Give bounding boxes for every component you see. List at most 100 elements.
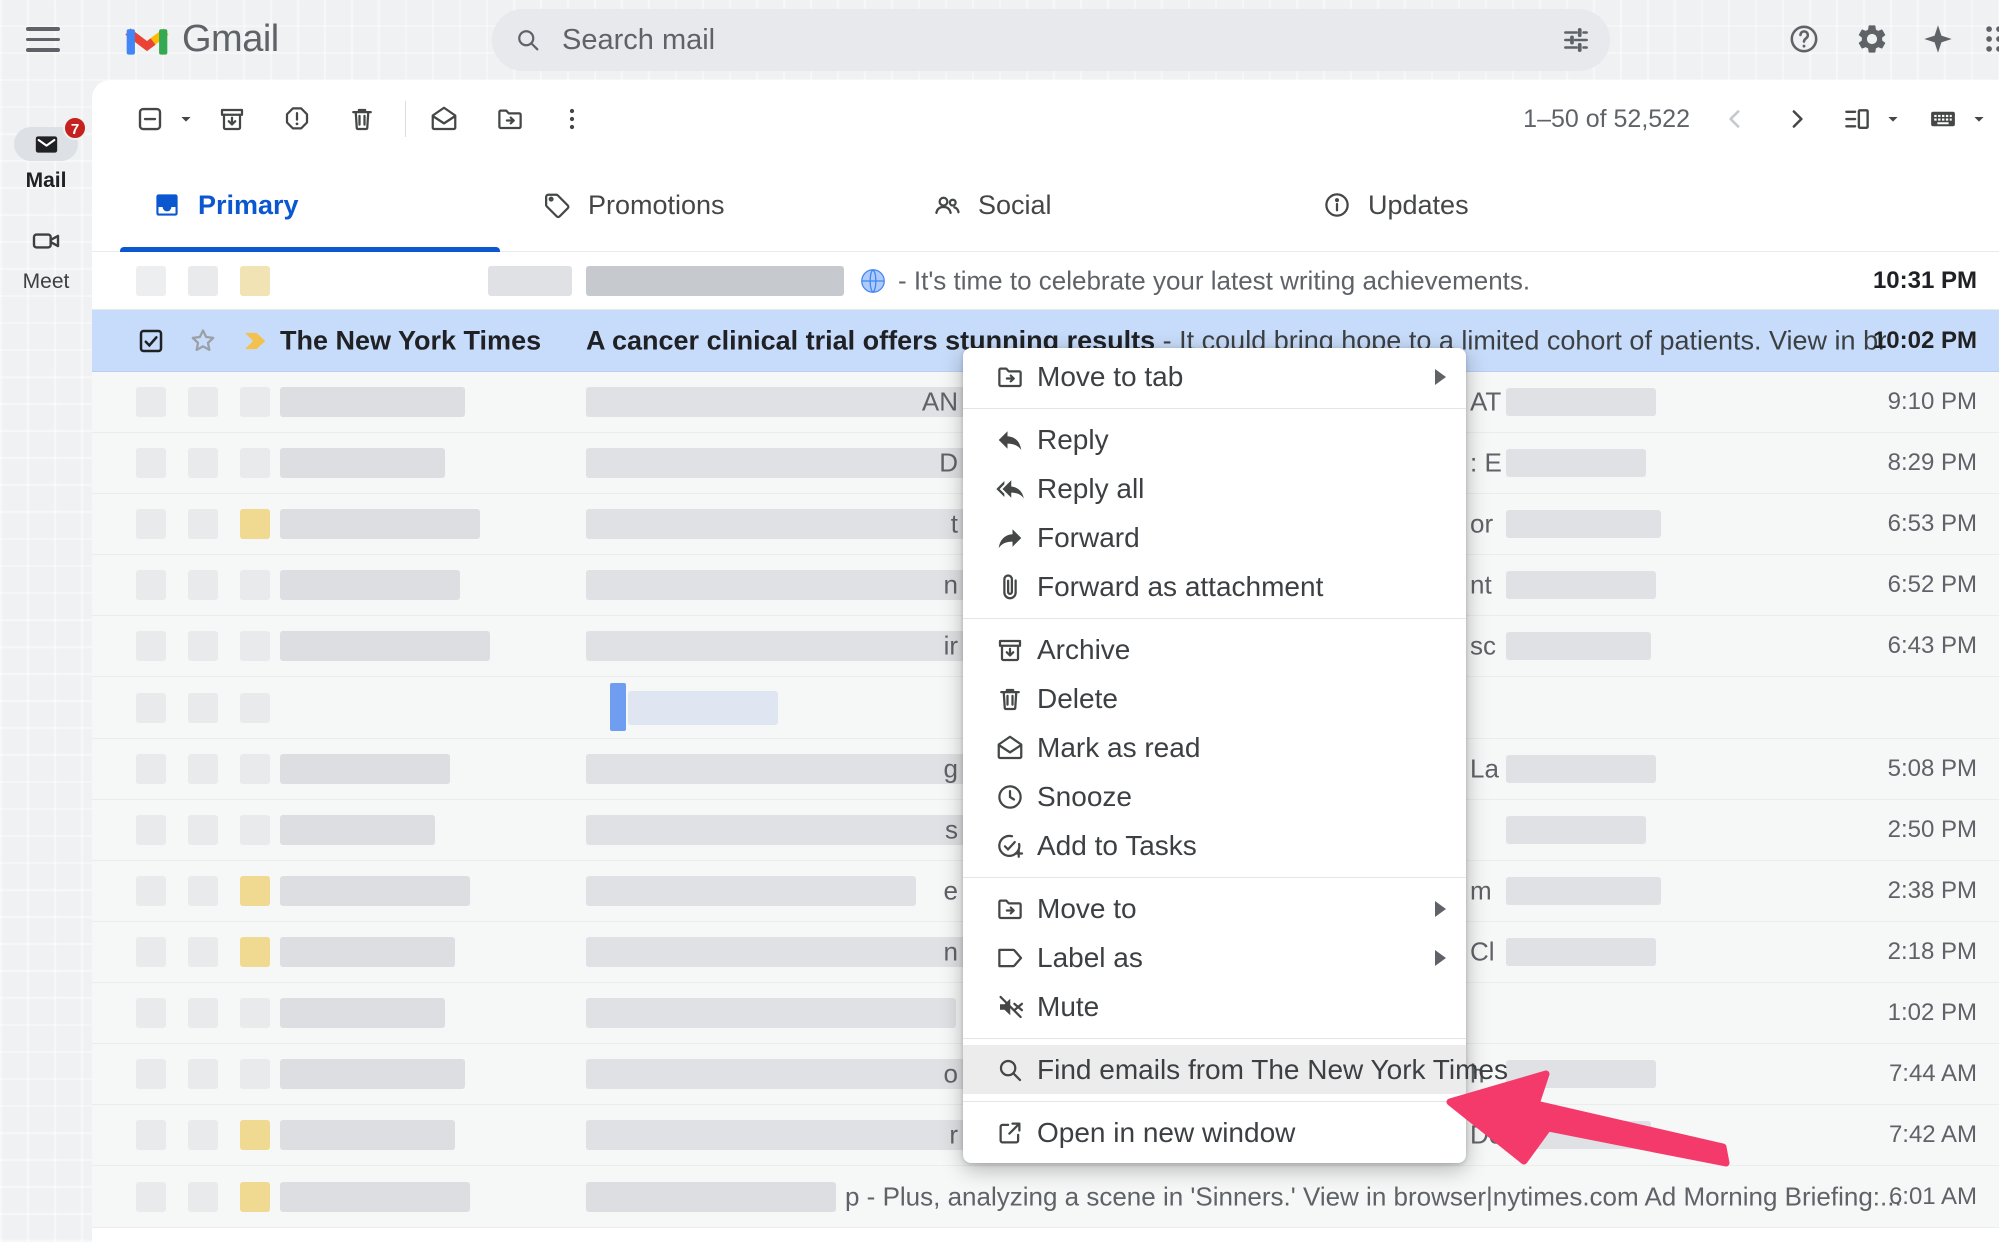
menu-item-label: Mute <box>1037 991 1099 1023</box>
apps-grid-icon <box>1982 22 1999 56</box>
snippet-fragment: : E <box>1470 448 1502 479</box>
search-options-icon[interactable] <box>1560 24 1592 56</box>
nav-meet[interactable]: Meet <box>0 225 92 294</box>
archive-button[interactable] <box>210 97 254 141</box>
read-icon <box>995 733 1025 763</box>
snippet-fragment: n <box>892 937 958 968</box>
list-toolbar: 1–50 of 52,522 <box>92 80 1999 158</box>
email-row[interactable]: - It's time to celebrate your latest wri… <box>92 252 1999 310</box>
menu-divider <box>963 408 1466 409</box>
menu-item-open-in-new-window[interactable]: Open in new window <box>963 1108 1466 1157</box>
redacted-image-block <box>610 683 626 731</box>
menu-item-delete[interactable]: Delete <box>963 674 1466 723</box>
redacted-sender <box>488 266 572 296</box>
menu-item-find-emails-from-the-new-york-times[interactable]: Find emails from The New York Times <box>963 1045 1466 1094</box>
nav-mail[interactable]: 7 Mail <box>0 127 92 193</box>
tab-label: Social <box>978 190 1052 221</box>
apps-grid-button[interactable] <box>1972 12 1999 66</box>
snippet-fragment: r <box>892 1120 958 1151</box>
search-icon[interactable] <box>514 26 542 54</box>
redacted-block <box>188 509 218 539</box>
menu-item-snooze[interactable]: Snooze <box>963 772 1466 821</box>
nav-mail-label: Mail <box>0 169 92 193</box>
move-to-button[interactable] <box>488 97 532 141</box>
select-dropdown[interactable] <box>164 97 208 141</box>
settings-button[interactable] <box>1845 12 1899 66</box>
delete-button[interactable] <box>340 97 384 141</box>
newer-page-button[interactable] <box>1713 97 1757 141</box>
snippet-fragment: or <box>1470 509 1493 540</box>
search-icon <box>995 1055 1025 1085</box>
tab-social[interactable]: Social <box>872 158 1262 252</box>
menu-item-reply-all[interactable]: Reply all <box>963 464 1466 513</box>
redacted-block <box>136 937 166 967</box>
tab-updates[interactable]: Updates <box>1262 158 1652 252</box>
snippet-fragment: AN <box>892 387 958 418</box>
menu-item-label-as[interactable]: Label as <box>963 933 1466 982</box>
toolbar-divider <box>405 101 406 137</box>
menu-item-add-to-tasks[interactable]: Add to Tasks <box>963 821 1466 870</box>
redacted-block <box>240 815 270 845</box>
older-page-button[interactable] <box>1775 97 1819 141</box>
chevron-right-icon <box>1782 104 1812 134</box>
redacted-block <box>240 509 270 539</box>
menu-item-label: Find emails from The New York Times <box>1037 1054 1508 1086</box>
email-time: 6:53 PM <box>1888 510 1977 538</box>
snippet-fragment: m <box>1470 876 1492 907</box>
search-bar[interactable] <box>492 9 1610 71</box>
email-time: 2:38 PM <box>1888 877 1977 905</box>
menu-item-label: Forward <box>1037 522 1140 554</box>
menu-divider <box>963 1101 1466 1102</box>
search-input[interactable] <box>562 24 1560 57</box>
redacted-sender <box>280 387 465 417</box>
menu-item-move-to[interactable]: Move to <box>963 884 1466 933</box>
redacted-block <box>136 1059 166 1089</box>
split-pane-dropdown[interactable] <box>1871 97 1915 141</box>
tab-label: Promotions <box>588 190 725 221</box>
redacted-block <box>188 693 218 723</box>
redacted-sender <box>280 754 450 784</box>
help-button[interactable] <box>1777 12 1831 66</box>
snippet-fragment: n <box>892 570 958 601</box>
redacted-snippet <box>1506 632 1651 660</box>
globe-icon <box>858 266 888 296</box>
report-spam-button[interactable] <box>275 97 319 141</box>
menu-item-reply[interactable]: Reply <box>963 415 1466 464</box>
redacted-block <box>136 876 166 906</box>
caret-down-icon <box>175 108 197 130</box>
snippet-fragment: De <box>1470 1120 1503 1151</box>
input-tools-dropdown[interactable] <box>1957 97 1999 141</box>
email-time: 8:29 PM <box>1888 449 1977 477</box>
tag-icon <box>542 190 572 220</box>
menu-item-mark-as-read[interactable]: Mark as read <box>963 723 1466 772</box>
menu-item-forward[interactable]: Forward <box>963 513 1466 562</box>
hamburger-menu-icon[interactable] <box>26 27 62 54</box>
snippet-fragment: sc <box>1470 631 1496 662</box>
tab-primary[interactable]: Primary <box>92 158 482 252</box>
tab-promotions[interactable]: Promotions <box>482 158 872 252</box>
mark-read-button[interactable] <box>422 97 466 141</box>
folder-move-icon <box>995 362 1025 392</box>
redacted-block <box>188 1059 218 1089</box>
mute-icon <box>995 992 1025 1022</box>
menu-item-archive[interactable]: Archive <box>963 625 1466 674</box>
menu-divider <box>963 877 1466 878</box>
menu-item-mute[interactable]: Mute <box>963 982 1466 1031</box>
gmail-app: { "colors": { "accent_blue": "#0b57d0", … <box>0 0 1999 1242</box>
menu-item-label: Move to <box>1037 893 1137 925</box>
redacted-block <box>136 998 166 1028</box>
meet-video-icon <box>30 225 62 257</box>
redacted-block <box>188 937 218 967</box>
redacted-block <box>188 266 218 296</box>
mark-read-icon <box>429 104 459 134</box>
menu-item-forward-as-attachment[interactable]: Forward as attachment <box>963 562 1466 611</box>
redacted-snippet <box>1506 388 1656 416</box>
email-time: 6:52 PM <box>1888 571 1977 599</box>
menu-item-move-to-tab[interactable]: Move to tab <box>963 352 1466 401</box>
more-options-button[interactable] <box>550 97 594 141</box>
gemini-button[interactable] <box>1911 12 1965 66</box>
redacted-sender <box>280 876 470 906</box>
email-row[interactable]: p - Plus, analyzing a scene in 'Sinners.… <box>92 1166 1999 1228</box>
redacted-sender <box>280 448 445 478</box>
email-time: 1:02 PM <box>1888 999 1977 1027</box>
